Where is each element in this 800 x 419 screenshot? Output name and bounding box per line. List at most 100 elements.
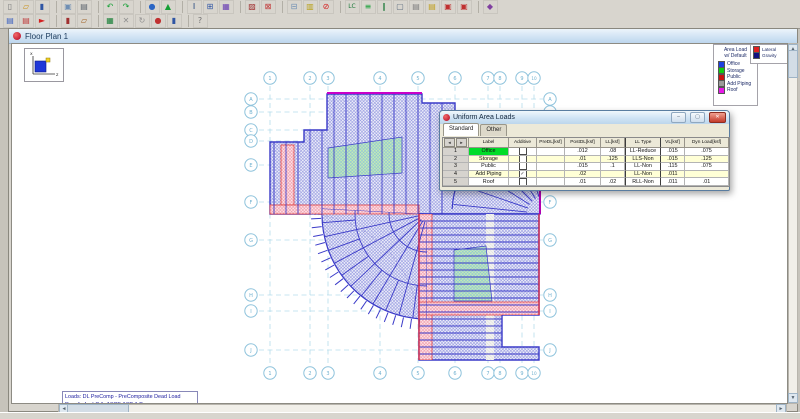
additive-cell[interactable] — [509, 163, 537, 171]
postdl-cell[interactable]: .01 — [565, 156, 601, 164]
nav-next-button[interactable]: ► — [456, 138, 467, 147]
toolbar-beam-button[interactable]: I — [187, 0, 202, 14]
checkbox-unchecked[interactable] — [519, 148, 527, 155]
dyn-cell[interactable] — [685, 171, 729, 179]
toolbar-help-button[interactable]: ? — [193, 14, 208, 28]
ll-cell[interactable]: .1 — [601, 163, 625, 171]
dialog-titlebar[interactable]: Uniform Area Loads – ▢ ✕ — [440, 111, 729, 124]
floor-plan-titlebar[interactable]: Floor Plan 1 — [9, 29, 797, 44]
toolbar-options-button[interactable]: ◆ — [483, 0, 498, 14]
toolbar-report-button[interactable]: ▤ — [409, 0, 424, 14]
additive-cell[interactable]: ✓ — [509, 171, 537, 179]
ll-cell[interactable]: .125 — [601, 156, 625, 164]
row-number[interactable]: 3 — [443, 163, 469, 171]
postdl-cell[interactable]: .02 — [565, 171, 601, 179]
toolbar-truck-button[interactable]: ▦ — [103, 14, 118, 28]
toolbar-deck-button[interactable]: ▦ — [219, 0, 234, 14]
toolbar-refresh-button[interactable]: ↻ — [135, 14, 150, 28]
minimize-button[interactable]: – — [671, 112, 686, 123]
toolbar-no-loads-button[interactable]: ⊘ — [319, 0, 334, 14]
toolbar-save-criteria-button[interactable]: ▮ — [61, 14, 76, 28]
vertical-scroll-thumb[interactable] — [788, 50, 798, 78]
checkbox-unchecked[interactable] — [519, 156, 527, 163]
lltype-cell[interactable]: LL-Non — [625, 163, 661, 171]
predl-cell[interactable] — [537, 178, 565, 186]
postdl-cell[interactable]: .012 — [565, 148, 601, 156]
vertical-scrollbar[interactable]: ▲ ▼ — [788, 43, 798, 404]
toolbar-report-2-button[interactable]: ▤ — [425, 0, 440, 14]
toolbar-columns-button[interactable]: ▥ — [303, 0, 318, 14]
plan-canvas[interactable]: 1122334455667788991010AABBCCDDEEFFGGHHII… — [11, 43, 788, 404]
toolbar-red-1-button[interactable]: ▣ — [441, 0, 456, 14]
additive-cell[interactable] — [509, 178, 537, 186]
toolbar-page-remove-button[interactable]: ▤ — [19, 14, 34, 28]
checkbox-unchecked[interactable] — [519, 178, 527, 185]
label-cell[interactable]: Storage — [469, 156, 509, 164]
toolbar-disk-button[interactable]: ▮ — [167, 14, 182, 28]
additive-cell[interactable] — [509, 156, 537, 164]
predl-cell[interactable] — [537, 171, 565, 179]
dyn-cell[interactable]: .075 — [685, 163, 729, 171]
toolbar-wall-button[interactable]: ▨ — [245, 0, 260, 14]
toolbar-view-button[interactable]: ▢ — [393, 0, 408, 14]
predl-cell[interactable] — [537, 148, 565, 156]
nav-prev-button[interactable]: ◄ — [444, 138, 455, 147]
label-cell[interactable]: Add Piping — [469, 171, 509, 179]
dyn-cell[interactable]: .01 — [685, 178, 729, 186]
lltype-cell[interactable]: LL-Reduce — [625, 148, 661, 156]
vl-cell[interactable]: .115 — [661, 163, 685, 171]
ll-cell[interactable] — [601, 171, 625, 179]
additive-cell[interactable] — [509, 148, 537, 156]
toolbar-site-button[interactable]: ▲ — [161, 0, 176, 14]
predl-cell[interactable] — [537, 163, 565, 171]
toolbar-open-button[interactable]: ▱ — [19, 0, 34, 14]
toolbar-red-2-button[interactable]: ▣ — [457, 0, 472, 14]
maximize-button[interactable]: ▢ — [690, 112, 705, 123]
toolbar-grid-button[interactable]: ⊞ — [203, 0, 218, 14]
row-number[interactable]: 5 — [443, 178, 469, 186]
toolbar-save-button[interactable]: ▮ — [35, 0, 50, 14]
tab-other[interactable]: Other — [480, 124, 507, 136]
label-cell[interactable]: Office — [469, 148, 509, 156]
dyn-cell[interactable]: .075 — [685, 148, 729, 156]
toolbar-window-layout-button[interactable]: ⊟ — [287, 0, 302, 14]
vl-cell[interactable]: .011 — [661, 171, 685, 179]
close-button[interactable]: ✕ — [709, 112, 726, 123]
label-cell[interactable]: Roof — [469, 178, 509, 186]
toolbar-erase-button[interactable]: ✕ — [119, 14, 134, 28]
vl-cell[interactable]: .015 — [661, 148, 685, 156]
ll-cell[interactable]: .08 — [601, 148, 625, 156]
dyn-cell[interactable]: .125 — [685, 156, 729, 164]
postdl-cell[interactable]: .01 — [565, 178, 601, 186]
toolbar-print-button[interactable]: ▤ — [77, 0, 92, 14]
toolbar-globe-button[interactable]: ● — [145, 0, 160, 14]
toolbar-opening-button[interactable]: ⊠ — [261, 0, 276, 14]
tab-standard[interactable]: Standard — [443, 123, 479, 136]
ll-cell[interactable]: .02 — [601, 178, 625, 186]
vl-cell[interactable]: .011 — [661, 178, 685, 186]
toolbar-import-button[interactable]: ▱ — [77, 14, 92, 28]
scroll-down-icon[interactable]: ▼ — [788, 393, 798, 403]
toolbar-load-case-button[interactable]: LC — [345, 0, 360, 14]
label-cell[interactable]: Public — [469, 163, 509, 171]
toolbar-redo-button[interactable]: ↷ — [119, 0, 134, 14]
row-number[interactable]: 4 — [443, 171, 469, 179]
checkbox-checked[interactable]: ✓ — [519, 171, 527, 178]
predl-cell[interactable] — [537, 156, 565, 164]
toolbar-web-button[interactable]: ● — [151, 14, 166, 28]
toolbar-combine-button[interactable]: ≡ — [361, 0, 376, 14]
checkbox-unchecked[interactable] — [519, 163, 527, 170]
toolbar-copy-button[interactable]: ▣ — [61, 0, 76, 14]
toolbar-page-add-button[interactable]: ▤ — [3, 14, 18, 28]
toolbar-pointer-button[interactable]: ► — [35, 14, 50, 28]
toolbar-pause-button[interactable]: ∥ — [377, 0, 392, 14]
toolbar-new-button[interactable]: ▯ — [3, 0, 18, 14]
lltype-cell[interactable]: RLL-Non — [625, 178, 661, 186]
row-number[interactable]: 1 — [443, 148, 469, 156]
vl-cell[interactable]: .015 — [661, 156, 685, 164]
row-number[interactable]: 2 — [443, 156, 469, 164]
lltype-cell[interactable]: LL-Non — [625, 171, 661, 179]
postdl-cell[interactable]: .015 — [565, 163, 601, 171]
lltype-cell[interactable]: LLS-Non — [625, 156, 661, 164]
toolbar-undo-button[interactable]: ↶ — [103, 0, 118, 14]
